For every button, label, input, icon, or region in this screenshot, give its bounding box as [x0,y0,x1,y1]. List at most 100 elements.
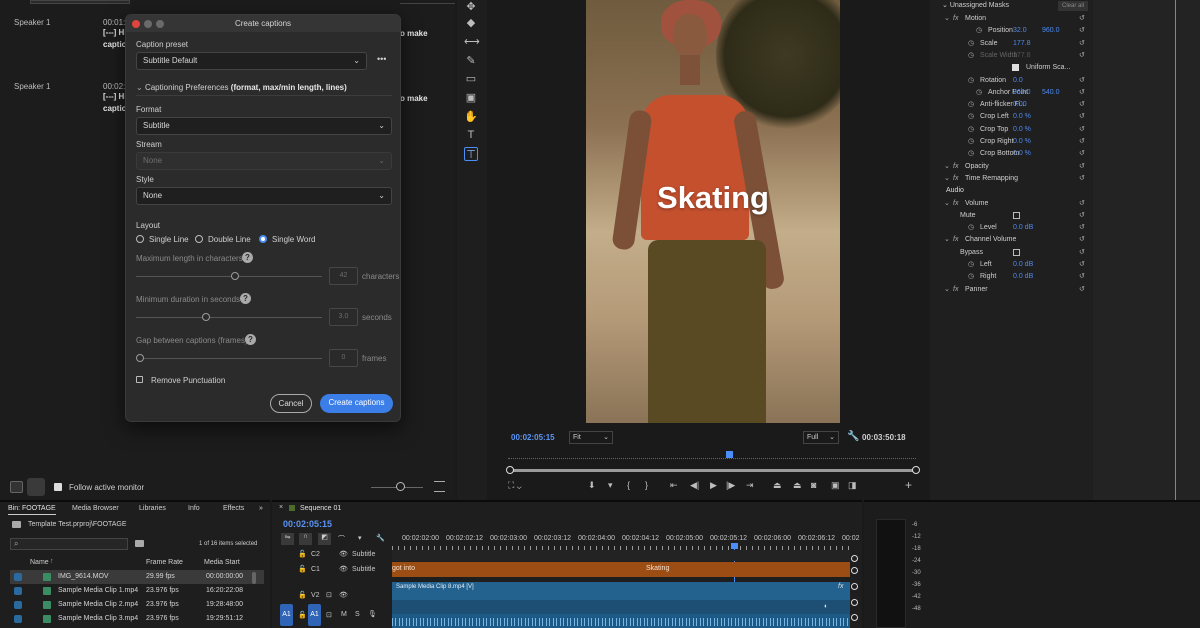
col-frame-rate[interactable]: Frame Rate [146,559,183,566]
effect-row[interactable]: ⌄ fx Time Remapping ↺ [932,173,1092,185]
wrench-icon[interactable]: 🔧 [847,431,859,442]
tab-libraries[interactable]: Libraries [139,505,166,512]
fx-icon[interactable]: fx [953,284,958,296]
minimize-icon[interactable] [144,20,152,28]
source-patch-a1[interactable]: A1 [280,604,293,626]
lift-icon[interactable]: ⏏ [773,480,782,491]
step-forward-icon[interactable]: |▶ [726,480,735,491]
stream-select[interactable]: None ⌄ [136,152,392,170]
project-item-row[interactable]: IMG_9614.MOV 29.99 fps 00:00:00:00 [10,570,264,584]
reset-icon[interactable]: ↺ [1079,25,1085,37]
mute-button[interactable]: M [341,611,347,618]
chevron-down-icon[interactable]: ⌄ [944,13,950,25]
razor-icon[interactable]: ◆ [464,16,478,30]
timeline-scroll-knob[interactable] [851,567,858,574]
eye-icon[interactable]: 👁 [339,565,348,573]
segment-text[interactable]: [---] Hi [103,91,127,103]
effect-row[interactable]: ◷ Right 0.0 dB ↺ [932,271,1092,283]
multicam-icon[interactable]: ◨ [848,480,857,491]
rectangle-icon[interactable]: ▭ [464,72,478,86]
caption-clip-track[interactable] [392,562,850,577]
solo-button[interactable]: S [355,611,360,618]
playhead-ruler[interactable] [508,451,916,459]
fit-select[interactable]: Fit ⌄ [569,431,613,444]
caption-preset-select[interactable]: Subtitle Default ⌄ [136,52,367,70]
effect-row[interactable]: ◷ Rotation 0.0 ↺ [932,75,1092,87]
snap-icon[interactable]: ⇋ [281,533,294,545]
radio-single-word[interactable] [259,235,267,243]
quality-select[interactable]: Full ⌄ [803,431,839,444]
help-icon[interactable]: ? [240,293,251,304]
caption-clip-text[interactable]: Skating [646,565,669,572]
stopwatch-icon[interactable]: ◷ [968,50,974,62]
segment-text[interactable]: [---] Hi [103,27,127,39]
stopwatch-icon[interactable]: ◷ [968,136,974,148]
timeline-scroll-knob[interactable] [851,599,858,606]
step-back-icon[interactable]: ◀| [690,480,699,491]
marker-icon[interactable]: ⌒ [338,534,345,544]
reset-icon[interactable]: ↺ [1079,173,1085,185]
min-duration-slider[interactable] [136,317,322,318]
format-select[interactable]: Subtitle ⌄ [136,117,392,135]
sync-lock-icon[interactable]: ⊡ [326,611,332,619]
wrench-icon[interactable]: 🔧 [376,534,385,542]
close-sequence-icon[interactable]: × [279,504,283,511]
tab-bin-footage[interactable]: Bin: FOOTAGE [8,505,56,515]
reset-icon[interactable]: ↺ [1079,136,1085,148]
pen-icon[interactable]: ✎ [464,54,478,68]
max-length-input[interactable]: 42 [329,267,358,285]
project-item-row[interactable]: Sample Media Clip 1.mp4 23.976 fps 16:20:2… [10,584,264,598]
effect-value[interactable]: 0.0 % [1013,124,1031,136]
segment-text-tail[interactable]: o make [400,28,428,40]
add-marker-icon[interactable]: ▾ [358,534,362,542]
uniform-scale-checkbox[interactable] [1012,64,1019,72]
reset-icon[interactable]: ↺ [1079,148,1085,160]
camera-icon[interactable]: ◙ [811,480,816,490]
audio-clip[interactable] [392,614,850,628]
stopwatch-icon[interactable]: ◷ [968,75,974,87]
fx-icon[interactable]: fx [953,161,958,173]
tab-media-browser[interactable]: Media Browser [72,505,119,512]
play-icon[interactable]: ▶ [710,480,717,491]
chevron-down-icon[interactable]: ⌄ [944,198,950,210]
effect-row[interactable]: Audio [932,185,1092,197]
lock-icon[interactable]: 🔓 [298,611,307,619]
zoom-slider-knob[interactable] [396,482,405,491]
lock-icon[interactable]: 🔓 [298,591,307,599]
effect-value[interactable]: 0.0 [1013,75,1023,87]
effect-row[interactable]: ◷ Crop Left 0.0 % ↺ [932,111,1092,123]
caption-clip-text[interactable]: got into [392,565,415,572]
chevron-down-icon[interactable]: ⌄ [944,284,950,296]
chevron-down-icon[interactable]: ⌄ [944,161,950,173]
caption-overlay[interactable]: Skating [586,180,840,216]
stopwatch-icon[interactable]: ◷ [976,87,982,99]
extract-icon[interactable]: ⏏ [793,480,802,491]
bin-search-input[interactable]: ⌕ [10,538,128,550]
label-color-swatch[interactable] [14,573,22,581]
marker-icon[interactable]: ⬇ [588,480,596,491]
timeline-scroll-knob[interactable] [851,614,858,621]
effect-value[interactable]: 0.0 dB [1013,259,1033,271]
stopwatch-icon[interactable]: ◷ [968,38,974,50]
col-media-start[interactable]: Media Start [204,559,240,566]
reset-icon[interactable]: ↺ [1079,259,1085,271]
linked-selection-icon[interactable]: ∩ [299,533,312,545]
close-icon[interactable] [132,20,140,28]
effect-row[interactable]: ◷ Anti-flicker Fi... 0.00 ↺ [932,99,1092,111]
speaker-label[interactable]: Speaker 1 [14,82,50,91]
radio-single-line[interactable] [136,235,144,243]
label-color-swatch[interactable] [14,615,22,623]
effect-value[interactable]: 960.0 [1013,87,1031,99]
tab-info[interactable]: Info [188,505,200,512]
clear-all-button[interactable]: Clear all [1058,1,1088,11]
remove-punctuation-checkbox[interactable] [136,376,143,383]
effect-value[interactable]: 0.0 dB [1013,222,1033,234]
gap-slider[interactable] [136,358,322,359]
gap-input[interactable]: 0 [329,349,358,367]
stopwatch-icon[interactable]: ◷ [976,25,982,37]
effect-row[interactable]: Uniform Sca... [932,62,1092,74]
selection-icon[interactable]: ✥ [464,0,478,14]
hand-icon[interactable]: ✋ [464,110,478,124]
nest-icon[interactable]: ◩ [318,533,331,545]
panel-overflow-icon[interactable]: » [259,505,263,512]
